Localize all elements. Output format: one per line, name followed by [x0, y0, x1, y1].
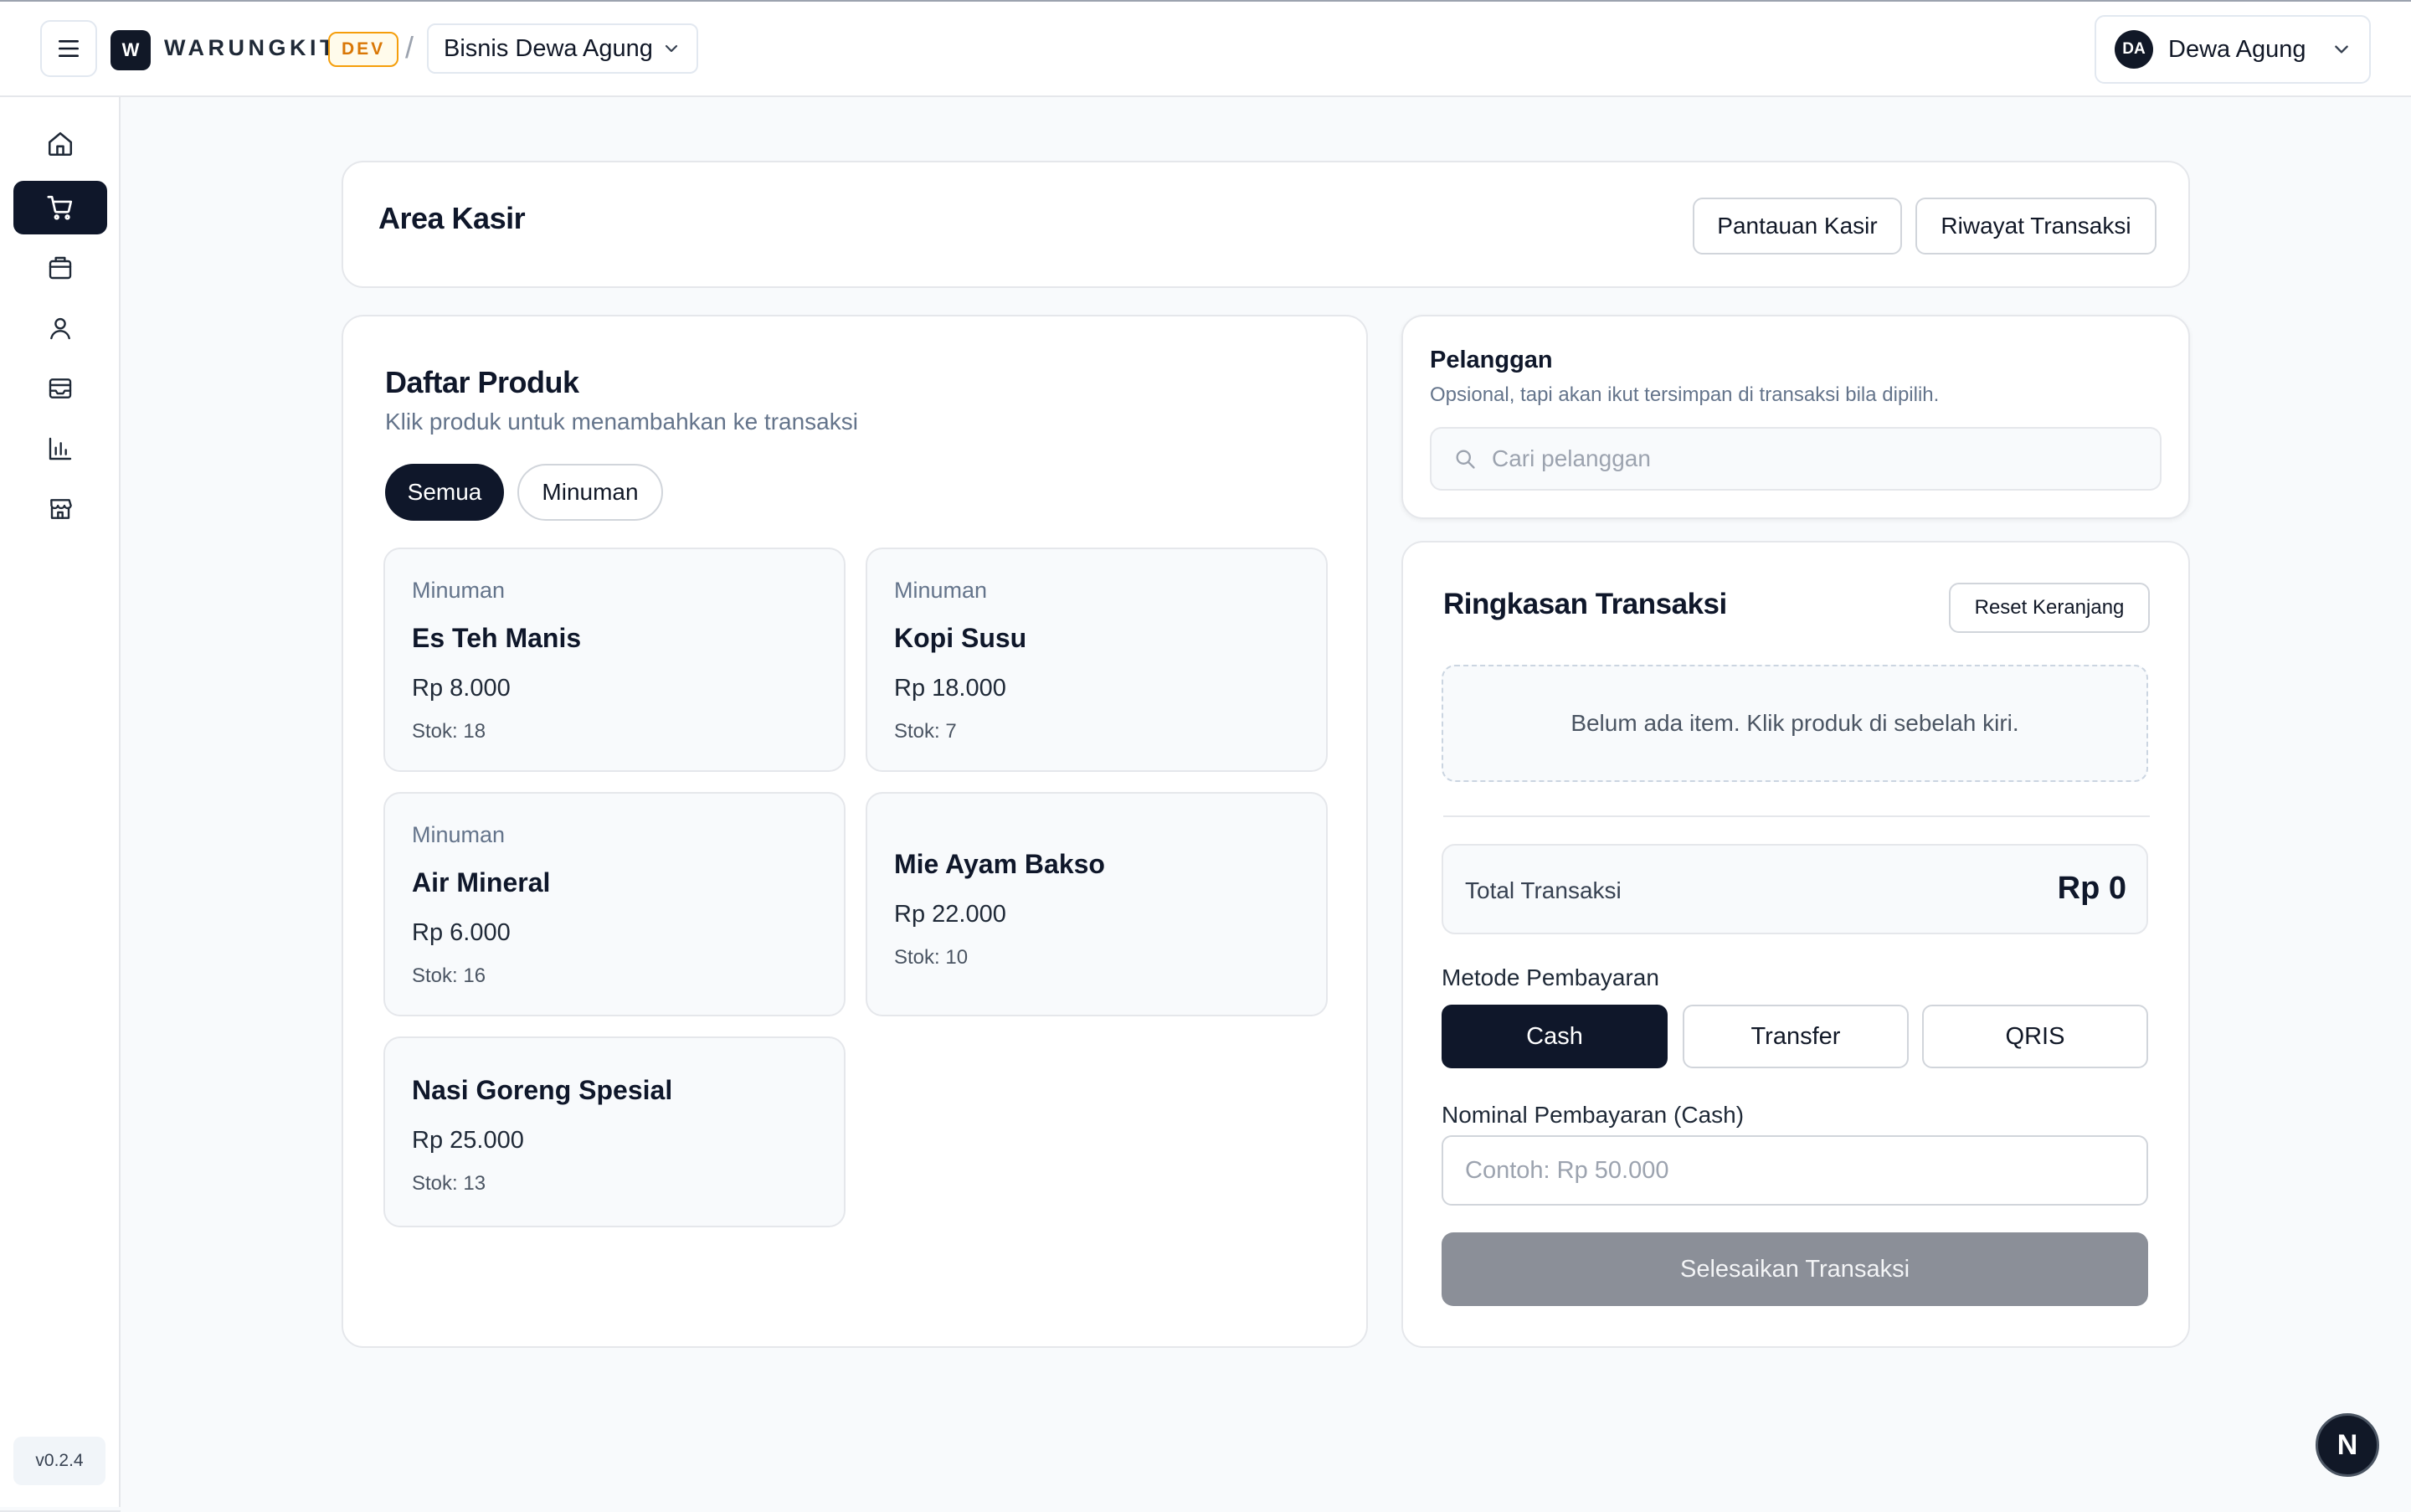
- page-title: Area Kasir: [378, 201, 526, 235]
- brand-name: WARUNGKIT: [164, 35, 337, 60]
- payment-qris-button[interactable]: QRIS: [1922, 1005, 2148, 1068]
- payment-method-label: Metode Pembayaran: [1442, 964, 1659, 990]
- chevron-down-icon: [2335, 45, 2348, 54]
- app-version: v0.2.4: [13, 1437, 105, 1485]
- payment-cash-button[interactable]: Cash: [1442, 1005, 1668, 1068]
- store-icon: [50, 499, 72, 519]
- product-price: Rp 25.000: [412, 1127, 524, 1154]
- product-price: Rp 18.000: [894, 675, 1006, 702]
- product-category: Minuman: [894, 578, 988, 603]
- hamburger-icon: [59, 40, 79, 57]
- sidebar-item-store[interactable]: [13, 482, 107, 536]
- product-category: Minuman: [412, 578, 506, 603]
- inbox-icon: [49, 378, 72, 399]
- product-stock: Stok: 7: [894, 720, 957, 743]
- bar-chart-icon: [49, 437, 72, 460]
- product-card[interactable]: Mie Ayam Bakso Rp 22.000 Stok: 10: [866, 792, 1328, 1016]
- user-menu-button[interactable]: DA Dewa Agung: [2095, 15, 2371, 84]
- product-stock: Stok: 13: [412, 1172, 486, 1195]
- summary-title: Ringkasan Transaksi: [1443, 588, 1727, 620]
- page-header-card: Area Kasir Pantauan Kasir Riwayat Transa…: [342, 161, 2190, 288]
- product-name: Air Mineral: [412, 867, 551, 897]
- customer-title: Pelanggan: [1430, 347, 1553, 373]
- transaction-history-button[interactable]: Riwayat Transaksi: [1915, 198, 2157, 255]
- user-name: Dewa Agung: [2168, 35, 2306, 63]
- search-icon: [1456, 450, 1475, 469]
- customer-search-input[interactable]: Cari pelanggan: [1430, 427, 2162, 491]
- filter-chip-all[interactable]: Semua: [385, 464, 504, 521]
- product-card[interactable]: Minuman Air Mineral Rp 6.000 Stok: 16: [383, 792, 846, 1016]
- total-value: Rp 0: [2057, 871, 2126, 906]
- filter-chip-minuman[interactable]: Minuman: [517, 464, 663, 521]
- empty-cart-message: Belum ada item. Klik produk di sebelah k…: [1442, 665, 2148, 782]
- product-stock: Stok: 16: [412, 964, 486, 987]
- sidebar-item-kasir[interactable]: [13, 181, 107, 234]
- sidebar-item-inventory[interactable]: [13, 362, 107, 415]
- chevron-down-icon: [665, 44, 677, 53]
- product-card[interactable]: Minuman Kopi Susu Rp 18.000 Stok: 7: [866, 548, 1328, 772]
- breadcrumb-separator: /: [405, 30, 414, 64]
- business-name: Bisnis Dewa Agung: [444, 34, 653, 62]
- product-price: Rp 22.000: [894, 901, 1006, 928]
- customer-subtitle: Opsional, tapi akan ikut tersimpan di tr…: [1430, 383, 1940, 406]
- product-name: Es Teh Manis: [412, 623, 582, 653]
- nominal-placeholder: Contoh: Rp 50.000: [1465, 1156, 1669, 1184]
- payment-transfer-button[interactable]: Transfer: [1683, 1005, 1909, 1068]
- nextjs-dev-tools-button[interactable]: N: [2316, 1413, 2379, 1477]
- cashier-monitor-button[interactable]: Pantauan Kasir: [1693, 198, 1902, 255]
- product-card[interactable]: Minuman Es Teh Manis Rp 8.000 Stok: 18: [383, 548, 846, 772]
- product-list-subtitle: Klik produk untuk menambahkan ke transak…: [385, 409, 858, 435]
- nominal-label: Nominal Pembayaran (Cash): [1442, 1102, 1745, 1128]
- reset-cart-button[interactable]: Reset Keranjang: [1949, 583, 2150, 633]
- transaction-summary-card: Ringkasan Transaksi Reset Keranjang: [1401, 541, 2190, 1348]
- summary-divider: [1443, 815, 2150, 817]
- product-price: Rp 6.000: [412, 919, 511, 946]
- business-selector[interactable]: Bisnis Dewa Agung: [427, 23, 698, 74]
- home-icon: [48, 131, 73, 157]
- menu-toggle-button[interactable]: [40, 20, 97, 77]
- cart-icon: [47, 195, 73, 220]
- user-icon: [50, 317, 70, 340]
- sidebar: [0, 97, 121, 1512]
- sidebar-item-home[interactable]: [13, 117, 107, 171]
- product-stock: Stok: 10: [894, 946, 969, 969]
- product-list-title: Daftar Produk: [385, 365, 579, 399]
- app-logo[interactable]: W: [111, 30, 151, 70]
- sidebar-item-customers[interactable]: [13, 301, 107, 355]
- sidebar-item-reports[interactable]: [13, 422, 107, 476]
- product-price: Rp 8.000: [412, 675, 511, 702]
- product-name: Mie Ayam Bakso: [894, 849, 1105, 879]
- nominal-payment-input[interactable]: Contoh: Rp 50.000: [1442, 1135, 2148, 1206]
- product-stock: Stok: 18: [412, 720, 486, 743]
- customer-search-placeholder: Cari pelanggan: [1492, 445, 1651, 471]
- avatar: DA: [2115, 30, 2153, 69]
- product-name: Nasi Goreng Spesial: [412, 1075, 673, 1105]
- env-badge: DEV: [328, 32, 399, 67]
- finish-transaction-button[interactable]: Selesaikan Transaksi: [1442, 1232, 2148, 1306]
- product-category: Minuman: [412, 822, 506, 847]
- product-card[interactable]: Nasi Goreng Spesial Rp 25.000 Stok: 13: [383, 1036, 846, 1227]
- top-header: W WARUNGKIT DEV / Bisnis Dewa Agung DA D…: [0, 2, 2411, 97]
- package-icon: [49, 256, 72, 280]
- total-label: Total Transaksi: [1465, 877, 1622, 903]
- product-name: Kopi Susu: [894, 623, 1027, 653]
- total-transaction-box: Total Transaksi Rp 0: [1442, 844, 2148, 934]
- sidebar-item-products[interactable]: [13, 241, 107, 295]
